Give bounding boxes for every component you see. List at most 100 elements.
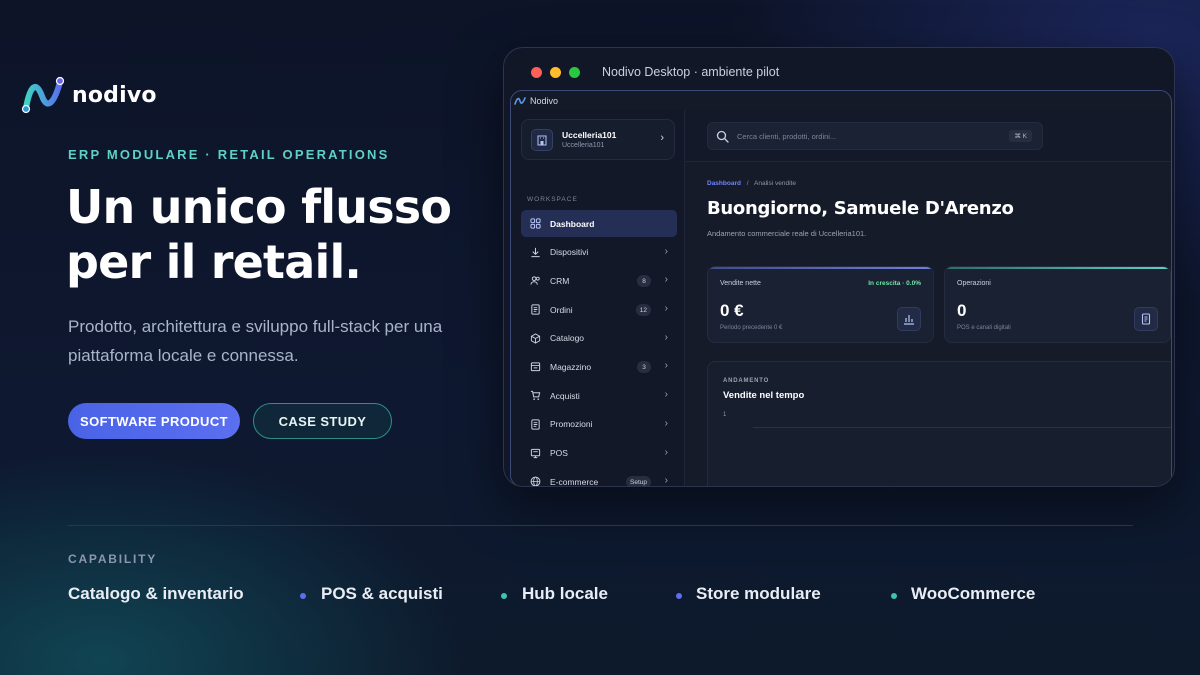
sidebar-item-label: Catalogo: [550, 333, 585, 344]
count-badge: 12: [635, 304, 651, 317]
capability-item: Store modulare: [696, 584, 821, 603]
bullet-dot: [300, 593, 306, 599]
sidebar-item-label: Ordini: [550, 304, 573, 315]
globe-icon: [529, 476, 541, 486]
download-icon: [529, 246, 541, 258]
breadcrumb-separator: /: [746, 180, 749, 187]
hero-headline: Un unico flusso per il retail.: [66, 180, 452, 289]
maximize-window-icon[interactable]: [569, 66, 580, 78]
chevron-right-icon: ›: [660, 132, 664, 144]
sidebar-item-pos[interactable]: POS ›: [521, 440, 677, 467]
sidebar-item-magazzino[interactable]: Magazzino 3 ›: [521, 353, 677, 380]
sidebar-item-label: Magazzino: [550, 361, 592, 372]
kpi-label: Operazioni: [957, 280, 991, 287]
pos-icon: [529, 447, 541, 459]
sidebar-item-promozioni[interactable]: Promozioni ›: [521, 411, 677, 438]
sidebar-item-label: Promozioni: [550, 419, 593, 430]
sales-chart-card: ANDAMENTO Vendite nel tempo 1: [707, 361, 1171, 486]
chart-gridline: [753, 427, 1171, 428]
kpi-sub: POS e canali digitali: [957, 325, 1011, 331]
chart-bars-icon: [897, 307, 921, 331]
sidebar-item-crm[interactable]: CRM 8 ›: [521, 267, 677, 294]
case-study-button[interactable]: CASE STUDY: [253, 403, 392, 439]
sidebar-item-label: Acquisti: [550, 390, 580, 401]
warehouse-icon: [529, 361, 541, 373]
page-title: Buongiorno, Samuele D'Arenzo: [707, 198, 1014, 219]
bullet-dot: [891, 593, 897, 599]
chevron-right-icon: ›: [664, 446, 668, 458]
chevron-right-icon: ›: [664, 274, 668, 286]
sidebar-item-dispositivi[interactable]: Dispositivi ›: [521, 239, 677, 266]
breadcrumb: Dashboard / Analisi vendite: [707, 180, 796, 187]
cart-icon: [529, 390, 541, 402]
document-icon: [529, 304, 541, 316]
receipt-icon: [1134, 307, 1158, 331]
kpi-value: 0: [957, 301, 967, 320]
sidebar-item-catalogo[interactable]: Catalogo ›: [521, 325, 677, 352]
kpi-label: Vendite nette: [720, 280, 761, 287]
software-product-button[interactable]: SOFTWARE PRODUCT: [68, 403, 240, 439]
minimize-window-icon[interactable]: [550, 66, 561, 78]
kpi-card-operations[interactable]: Operazioni 0 POS e canali digitali: [944, 266, 1171, 343]
app-bar: Nodivo: [511, 91, 1171, 110]
sidebar-item-e-commerce[interactable]: E-commerce Setup ›: [521, 468, 677, 487]
window-titlebar: Nodivo Desktop · ambiente pilot: [504, 48, 1174, 96]
window-title: Nodivo Desktop · ambiente pilot: [602, 65, 780, 79]
search-placeholder: Cerca clienti, prodotti, ordini...: [737, 131, 837, 141]
keyboard-shortcut: ⌘ K: [1009, 130, 1032, 142]
kpi-trend: In crescita · 0.0%: [868, 280, 921, 287]
breadcrumb-dashboard[interactable]: Dashboard: [707, 180, 741, 187]
chevron-right-icon: ›: [664, 360, 668, 372]
capability-item: POS & acquisti: [321, 584, 443, 603]
kpi-card-net-sales[interactable]: Vendite nette In crescita · 0.0% 0 € Per…: [707, 266, 934, 343]
top-bar: Cerca clienti, prodotti, ordini... ⌘ K: [686, 110, 1171, 162]
sidebar: Uccelleria101 Uccelleria101 › WORKSPACE …: [511, 110, 685, 486]
section-divider: [68, 525, 1133, 526]
search-input[interactable]: Cerca clienti, prodotti, ordini... ⌘ K: [707, 122, 1043, 150]
users-icon: [529, 275, 541, 287]
chart-y-tick: 1: [723, 412, 727, 418]
search-icon: [716, 130, 729, 143]
nodivo-logo-icon: [21, 76, 65, 114]
company-switcher[interactable]: Uccelleria101 Uccelleria101 ›: [521, 119, 675, 160]
bullet-dot: [501, 593, 507, 599]
sidebar-item-label: CRM: [550, 275, 570, 286]
sidebar-item-ordini[interactable]: Ordini 12 ›: [521, 296, 677, 323]
brand-logo[interactable]: nodivo: [20, 74, 157, 116]
sidebar-item-label: Dashboard: [550, 218, 595, 229]
chevron-right-icon: ›: [664, 475, 668, 487]
sidebar-item-dashboard[interactable]: Dashboard: [521, 210, 677, 237]
tag-icon: [529, 418, 541, 430]
bullet-dot: [676, 593, 682, 599]
grid-icon: [529, 218, 541, 230]
sidebar-item-acquisti[interactable]: Acquisti ›: [521, 382, 677, 409]
kpi-value: 0 €: [720, 301, 744, 320]
chart-eyebrow: ANDAMENTO: [723, 378, 770, 384]
count-badge: 8: [637, 275, 651, 288]
chevron-right-icon: ›: [664, 417, 668, 429]
app-window-mockup: Nodivo Desktop · ambiente pilot Nodivo U…: [503, 47, 1175, 487]
count-badge: 3: [637, 361, 651, 374]
hero-subtext: Prodotto, architettura e sviluppo full-s…: [68, 317, 443, 365]
chevron-right-icon: ›: [664, 389, 668, 401]
sidebar-item-label: POS: [550, 448, 568, 458]
kpi-sub: Periodo precedente 0 €: [720, 325, 783, 331]
app-frame: Nodivo Uccelleria101 Uccelleria101 › WOR…: [510, 90, 1172, 486]
box-icon: [529, 332, 541, 344]
sidebar-section-label: WORKSPACE: [527, 196, 578, 203]
main-content: Cerca clienti, prodotti, ordini... ⌘ K D…: [686, 110, 1171, 486]
capability-item: Hub locale: [522, 584, 608, 603]
setup-badge: Setup: [626, 476, 651, 486]
brand-name: nodivo: [72, 82, 157, 108]
close-window-icon[interactable]: [531, 66, 542, 78]
capability-label: CAPABILITY: [68, 552, 158, 566]
company-name: Uccelleria101: [562, 130, 617, 140]
sidebar-item-label: E-commerce: [550, 476, 599, 487]
sidebar-item-label: Dispositivi: [550, 247, 589, 258]
hero-eyebrow: ERP MODULARE · RETAIL OPERATIONS: [68, 147, 390, 162]
page-subtitle: Andamento commerciale reale di Uccelleri…: [707, 229, 867, 238]
app-name: Nodivo: [530, 95, 559, 106]
capability-item: WooCommerce: [911, 584, 1036, 603]
chevron-right-icon: ›: [664, 303, 668, 315]
building-icon: [531, 128, 553, 151]
